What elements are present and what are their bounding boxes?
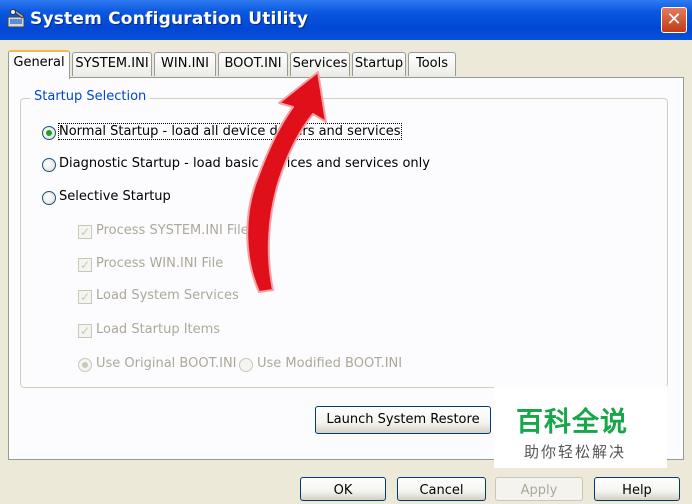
startup-selection-group (20, 98, 668, 388)
selective-startup-label[interactable]: Selective Startup (59, 189, 171, 204)
normal-startup-radio[interactable] (42, 126, 56, 140)
cancel-button[interactable]: Cancel (397, 477, 486, 501)
launch-system-restore-button[interactable]: Launch System Restore (315, 406, 491, 434)
tab-tools[interactable]: Tools (408, 52, 456, 76)
close-icon: ✕ (666, 9, 682, 30)
help-button[interactable]: Help (594, 477, 680, 501)
window-title: System Configuration Utility (30, 9, 309, 29)
selective-startup-radio[interactable] (42, 191, 56, 205)
process-system-ini-checkbox[interactable]: ✓ (78, 225, 92, 239)
watermark-subtitle: 助你轻松解决 (524, 443, 627, 461)
system-configuration-window: System Configuration Utility ✕ General S… (0, 0, 692, 501)
use-modified-boot-ini-radio[interactable] (239, 358, 253, 372)
msconfig-app-icon (7, 9, 25, 28)
tab-system-ini[interactable]: SYSTEM.INI (72, 52, 152, 76)
use-original-boot-ini-radio[interactable] (78, 358, 92, 372)
radio-selected-dot (82, 362, 88, 368)
process-win-ini-checkbox[interactable]: ✓ (78, 258, 92, 272)
normal-startup-label[interactable]: Normal Startup - load all device drivers… (58, 123, 402, 140)
process-win-ini-label: Process WIN.INI File (96, 256, 224, 271)
tab-boot-ini[interactable]: BOOT.INI (218, 52, 288, 76)
use-modified-boot-ini-label: Use Modified BOOT.INI (257, 356, 403, 371)
diagnostic-startup-label[interactable]: Diagnostic Startup - load basic devices … (59, 156, 430, 171)
load-startup-items-label: Load Startup Items (96, 322, 221, 337)
radio-selected-dot (46, 130, 52, 136)
tab-services[interactable]: Services (290, 52, 350, 76)
close-button[interactable]: ✕ (661, 7, 687, 33)
load-system-services-checkbox[interactable]: ✓ (78, 290, 92, 304)
ok-button[interactable]: OK (300, 477, 386, 501)
load-startup-items-checkbox[interactable]: ✓ (78, 324, 92, 338)
apply-button[interactable]: Apply (495, 477, 583, 501)
diagnostic-startup-radio[interactable] (42, 158, 56, 172)
title-bar[interactable]: System Configuration Utility ✕ (0, 0, 692, 40)
tab-startup[interactable]: Startup (352, 52, 406, 76)
use-original-boot-ini-label: Use Original BOOT.INI (96, 356, 237, 371)
tab-win-ini[interactable]: WIN.INI (154, 52, 216, 76)
load-system-services-label: Load System Services (96, 288, 239, 303)
watermark-badge: 百科全说 助你轻松解决 (494, 386, 667, 468)
startup-selection-label: Startup Selection (30, 89, 151, 104)
tab-general[interactable]: General (8, 50, 70, 79)
watermark-title: 百科全说 (516, 407, 628, 438)
process-system-ini-label: Process SYSTEM.INI File (96, 223, 249, 238)
